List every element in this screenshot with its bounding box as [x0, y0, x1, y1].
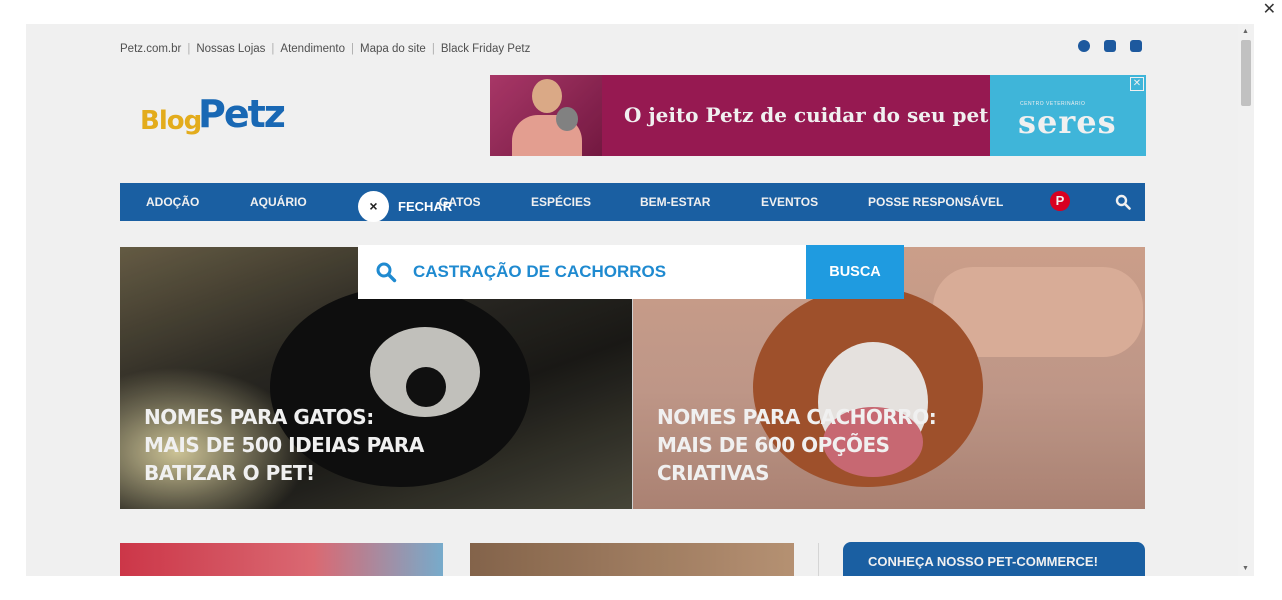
search-box: BUSCA [358, 245, 904, 299]
scroll-down-arrow-icon[interactable]: ▼ [1242, 565, 1249, 572]
scrollbar-thumb[interactable] [1241, 40, 1251, 106]
close-icon[interactable]: × [358, 191, 389, 222]
page-viewport: Petz.com.br | Nossas Lojas | Atendimento… [26, 24, 1254, 576]
search-input[interactable] [413, 245, 806, 299]
search-overlay-dim [26, 24, 1254, 576]
close-search-button[interactable]: × FECHAR [358, 191, 452, 222]
scroll-up-arrow-icon[interactable]: ▲ [1242, 28, 1249, 35]
search-icon [358, 245, 413, 299]
vertical-scrollbar[interactable]: ▲ ▼ [1238, 24, 1254, 576]
search-submit-button[interactable]: BUSCA [806, 245, 904, 299]
close-search-label[interactable]: FECHAR [398, 199, 452, 214]
frame-close-button[interactable]: ✕ [1263, 2, 1276, 18]
